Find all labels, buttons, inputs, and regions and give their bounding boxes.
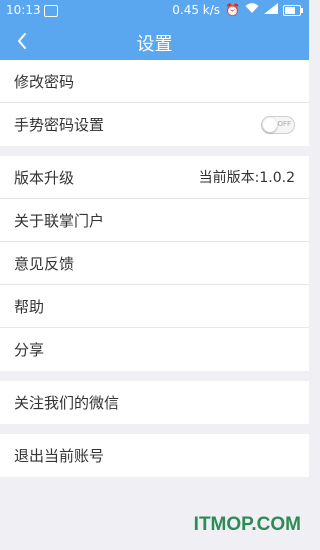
- follow-wechat-item[interactable]: 关注我们的微信: [0, 381, 309, 424]
- wifi-icon: [245, 3, 259, 17]
- item-label: 手势密码设置: [14, 116, 105, 134]
- item-label: 关注我们的微信: [14, 394, 120, 412]
- item-label: 退出当前账号: [14, 447, 105, 465]
- version-upgrade-item[interactable]: 版本升级 当前版本:1.0.2: [0, 156, 309, 199]
- settings-group-info: 版本升级 当前版本:1.0.2 关于联掌门户 意见反馈 帮助 分享: [0, 156, 309, 371]
- watermark: ITMOP.COM: [193, 514, 301, 535]
- status-bar: 10:13 0.45 k/s ⏰: [0, 0, 309, 22]
- current-version-value: 当前版本:1.0.2: [198, 170, 295, 186]
- page-title: 设置: [136, 34, 173, 55]
- settings-group-security: 修改密码 手势密码设置 OFF: [0, 60, 309, 146]
- item-label: 版本升级: [14, 168, 75, 187]
- item-label: 意见反馈: [14, 254, 75, 273]
- gesture-password-item: 手势密码设置 OFF: [0, 103, 309, 146]
- about-item[interactable]: 关于联掌门户: [0, 199, 309, 242]
- signal-icon: [264, 3, 278, 17]
- item-label: 修改密码: [14, 72, 75, 91]
- battery-icon: [283, 4, 303, 16]
- item-label: 分享: [14, 341, 45, 359]
- change-password-item[interactable]: 修改密码: [0, 60, 309, 103]
- item-label: 帮助: [14, 297, 45, 316]
- help-item[interactable]: 帮助: [0, 285, 309, 328]
- item-label: 关于联掌门户: [14, 211, 105, 230]
- title-bar: 设置: [0, 22, 309, 60]
- toggle-knob: [263, 117, 277, 132]
- status-time: 10:13: [6, 3, 41, 17]
- toggle-state-label: OFF: [277, 119, 291, 128]
- settings-group-logout: 退出当前账号: [0, 434, 309, 477]
- network-speed: 0.45 k/s: [172, 3, 221, 17]
- alarm-icon: ⏰: [225, 3, 240, 17]
- gesture-password-toggle[interactable]: OFF: [261, 115, 295, 134]
- image-notification-icon: [44, 5, 58, 17]
- share-item[interactable]: 分享: [0, 328, 309, 371]
- logout-item[interactable]: 退出当前账号: [0, 434, 309, 477]
- feedback-item[interactable]: 意见反馈: [0, 242, 309, 285]
- status-indicators: 0.45 k/s ⏰: [172, 3, 303, 17]
- settings-group-wechat: 关注我们的微信: [0, 381, 309, 424]
